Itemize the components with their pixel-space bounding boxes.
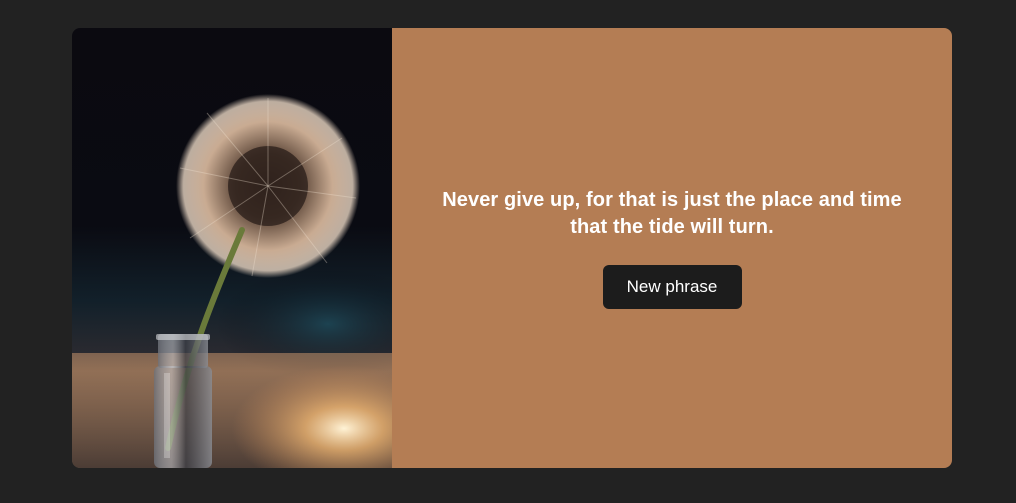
quote-text: Never give up, for that is just the plac… bbox=[442, 189, 902, 238]
dandelion-photo bbox=[72, 28, 392, 468]
new-phrase-button[interactable]: New phrase bbox=[602, 265, 742, 309]
quote-panel: Never give up, for that is just the plac… bbox=[392, 28, 952, 468]
quote-card: Never give up, for that is just the plac… bbox=[72, 28, 952, 468]
